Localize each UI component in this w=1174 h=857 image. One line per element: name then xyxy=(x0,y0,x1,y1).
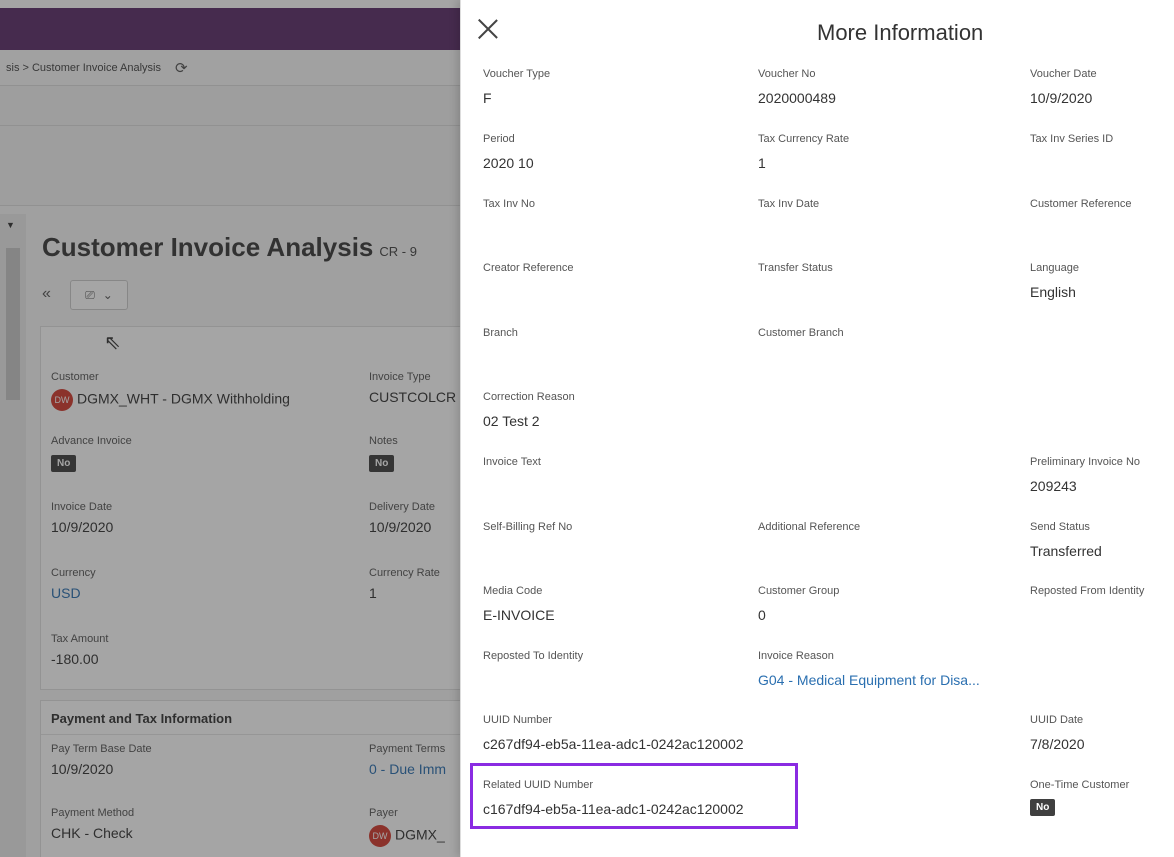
field-label: UUID Date xyxy=(1030,714,1084,726)
reposted-to-identity-field: Reposted To Identity xyxy=(483,650,583,672)
field-label: Send Status xyxy=(1030,521,1090,533)
field-value: 10/9/2020 xyxy=(1030,90,1093,106)
field-label: Voucher No xyxy=(758,68,816,80)
close-icon[interactable] xyxy=(477,18,499,40)
voucher-type-field: Voucher Type F xyxy=(483,68,550,106)
uuid-date-field: UUID Date 7/8/2020 xyxy=(1030,714,1085,752)
status-badge: No xyxy=(1030,799,1056,816)
field-label: One-Time Customer xyxy=(1030,779,1130,791)
field-value: c267df94-eb5a-11ea-adc1-0242ac120002 xyxy=(483,736,744,752)
field-value: 2020 10 xyxy=(483,155,534,171)
field-label: Media Code xyxy=(483,585,543,597)
field-label: Reposted To Identity xyxy=(483,650,584,662)
invoice-reason-field: Invoice Reason G04 - Medical Equipment f… xyxy=(758,650,980,688)
invoice-reason-link[interactable]: G04 - Medical Equipment for Disa... xyxy=(758,672,980,688)
field-label: Invoice Reason xyxy=(758,650,834,662)
media-code-field: Media Code E-INVOICE xyxy=(483,585,555,623)
field-label: Tax Inv No xyxy=(483,198,535,210)
highlight-box xyxy=(470,763,798,829)
field-label: Period xyxy=(483,133,515,145)
tax-inv-date-field: Tax Inv Date xyxy=(758,198,819,220)
field-value: 02 Test 2 xyxy=(483,413,540,429)
send-status-field: Send Status Transferred xyxy=(1030,521,1102,559)
modal-overlay[interactable] xyxy=(0,0,460,857)
customer-group-field: Customer Group 0 xyxy=(758,585,839,623)
voucher-date-field: Voucher Date 10/9/2020 xyxy=(1030,68,1097,106)
one-time-customer-field: One-Time Customer No xyxy=(1030,779,1129,816)
reposted-from-identity-field: Reposted From Identity xyxy=(1030,585,1144,607)
field-label: Branch xyxy=(483,327,518,339)
field-label: Reposted From Identity xyxy=(1030,585,1145,597)
field-value: 7/8/2020 xyxy=(1030,736,1085,752)
voucher-no-field: Voucher No 2020000489 xyxy=(758,68,836,106)
transfer-status-field: Transfer Status xyxy=(758,262,833,284)
field-label: Preliminary Invoice No xyxy=(1030,456,1141,468)
uuid-number-field: UUID Number c267df94-eb5a-11ea-adc1-0242… xyxy=(483,714,744,752)
field-value: 2020000489 xyxy=(758,90,836,106)
field-label: Voucher Type xyxy=(483,68,551,80)
field-label: Voucher Date xyxy=(1030,68,1097,80)
field-label: Customer Group xyxy=(758,585,840,597)
field-value: 0 xyxy=(758,607,766,623)
field-value: Transferred xyxy=(1030,543,1102,559)
field-label: Correction Reason xyxy=(483,391,575,403)
tax-inv-no-field: Tax Inv No xyxy=(483,198,535,220)
customer-branch-field: Customer Branch xyxy=(758,327,844,349)
field-label: Invoice Text xyxy=(483,456,541,468)
field-label: Customer Branch xyxy=(758,327,844,339)
field-value: F xyxy=(483,90,492,106)
field-label: Creator Reference xyxy=(483,262,574,274)
correction-reason-field: Correction Reason 02 Test 2 xyxy=(483,391,575,429)
panel-title: More Information xyxy=(817,20,984,45)
field-label: Tax Currency Rate xyxy=(758,133,850,145)
field-value: 209243 xyxy=(1030,478,1077,494)
period-field: Period 2020 10 xyxy=(483,133,534,171)
invoice-text-field: Invoice Text xyxy=(483,456,541,478)
field-label: Tax Inv Date xyxy=(758,198,820,210)
creator-reference-field: Creator Reference xyxy=(483,262,574,284)
field-value: English xyxy=(1030,284,1076,300)
tax-currency-rate-field: Tax Currency Rate 1 xyxy=(758,133,849,171)
field-value: 1 xyxy=(758,155,766,171)
additional-reference-field: Additional Reference xyxy=(758,521,860,543)
field-label: Self-Billing Ref No xyxy=(483,521,573,533)
field-label: Transfer Status xyxy=(758,262,833,274)
preliminary-invoice-no-field: Preliminary Invoice No 209243 xyxy=(1030,456,1140,494)
field-label: UUID Number xyxy=(483,714,553,726)
more-information-panel: More Information Voucher Type F Voucher … xyxy=(460,0,1174,857)
field-label: Language xyxy=(1030,262,1079,274)
field-label: Additional Reference xyxy=(758,521,861,533)
branch-field: Branch xyxy=(483,327,518,349)
tax-inv-series-id-field: Tax Inv Series ID xyxy=(1030,133,1113,155)
field-value: E-INVOICE xyxy=(483,607,555,623)
customer-reference-field: Customer Reference xyxy=(1030,198,1132,220)
language-field: Language English xyxy=(1030,262,1079,300)
field-label: Tax Inv Series ID xyxy=(1030,133,1114,145)
field-label: Customer Reference xyxy=(1030,198,1132,210)
self-billing-ref-no-field: Self-Billing Ref No xyxy=(483,521,572,543)
